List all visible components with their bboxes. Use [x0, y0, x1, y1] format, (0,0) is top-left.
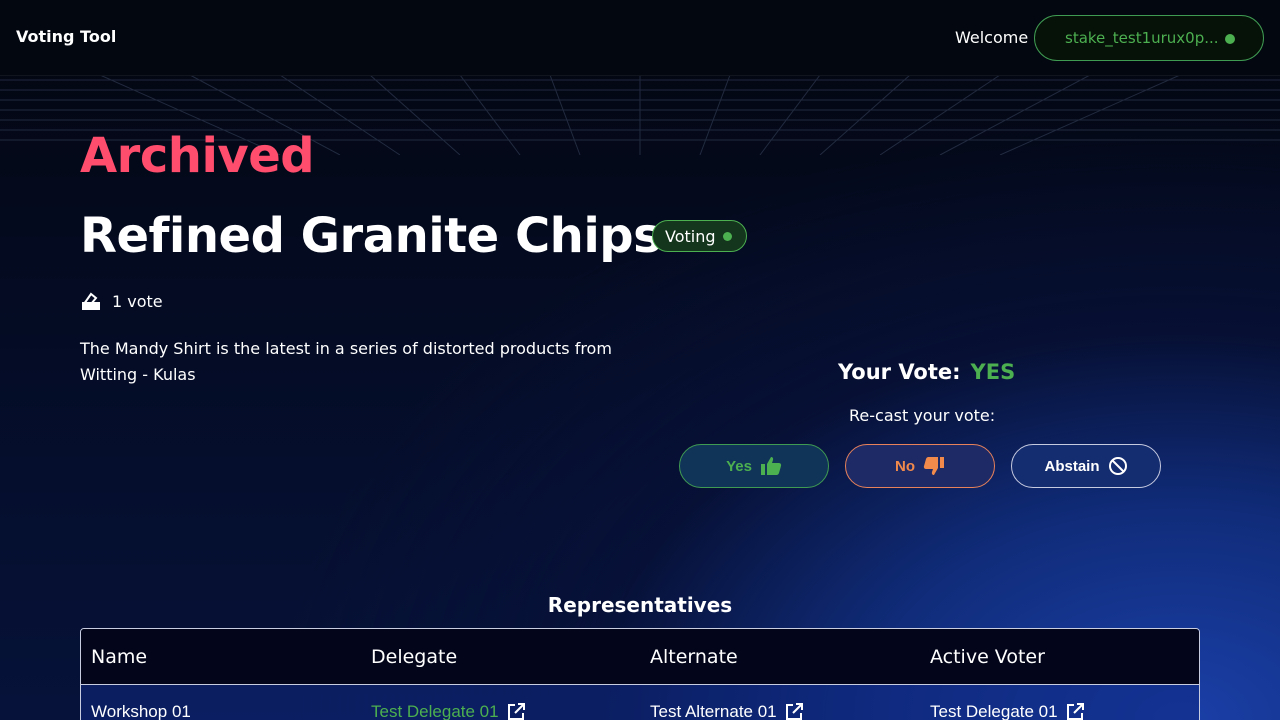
proposal-title: Refined Granite Chips — [80, 208, 662, 264]
column-header-delegate: Delegate — [371, 645, 458, 668]
vote-count: 1 vote — [80, 290, 163, 312]
vote-no-button[interactable]: No — [845, 444, 995, 488]
prohibited-icon — [1108, 457, 1127, 475]
vote-count-text: 1 vote — [112, 291, 163, 311]
cell-name: Workshop 01 — [91, 702, 191, 720]
your-vote-value: YES — [970, 360, 1016, 384]
status-badge: Voting — [652, 220, 747, 252]
your-vote: Your Vote: YES — [838, 360, 1015, 384]
status-dot-icon — [723, 232, 732, 241]
ballot-icon — [82, 292, 100, 310]
vote-abstain-label: Abstain — [1044, 457, 1100, 475]
status-badge-label: Voting — [665, 226, 716, 246]
vote-yes-button[interactable]: Yes — [679, 444, 829, 488]
vote-yes-label: Yes — [726, 457, 752, 475]
column-header-active-voter: Active Voter — [930, 645, 1045, 668]
cell-delegate[interactable]: Test Delegate 01 — [361, 698, 640, 720]
active-voter-link[interactable]: Test Delegate 01 — [930, 702, 1058, 720]
wallet-address: stake_test1urux0p... — [1065, 29, 1219, 47]
wallet-connected-dot-icon — [1225, 34, 1235, 44]
external-link-icon[interactable] — [785, 703, 803, 720]
representatives-title: Representatives — [547, 593, 733, 617]
welcome-text: Welcome — [955, 28, 1029, 47]
proposal-description: The Mandy Shirt is the latest in a serie… — [80, 339, 612, 384]
column-header-alternate: Alternate — [650, 645, 738, 668]
external-link-icon[interactable] — [507, 703, 525, 720]
wallet-button[interactable]: stake_test1urux0p... — [1034, 15, 1264, 61]
thumbs-up-icon — [760, 457, 782, 475]
external-link-icon[interactable] — [1066, 703, 1084, 720]
top-navbar: Voting Tool Welcome stake_test1urux0p... — [0, 0, 1280, 76]
cell-active-voter[interactable]: Test Delegate 01 — [920, 698, 1199, 720]
thumbs-down-icon — [923, 457, 944, 475]
table-row: Workshop 01 Test Delegate 01 Test Altern… — [81, 685, 1199, 720]
vote-abstain-button[interactable]: Abstain — [1011, 444, 1161, 488]
recast-label: Re-cast your vote: — [849, 406, 996, 425]
cell-alternate[interactable]: Test Alternate 01 — [640, 698, 920, 720]
app-title[interactable]: Voting Tool — [16, 27, 116, 46]
vote-no-label: No — [895, 457, 915, 475]
delegate-link[interactable]: Test Delegate 01 — [371, 702, 499, 720]
column-header-name: Name — [91, 645, 148, 668]
representatives-table: Name Delegate Alternate Active Voter Wor… — [80, 628, 1200, 720]
table-header: Name Delegate Alternate Active Voter — [81, 629, 1199, 685]
alternate-link[interactable]: Test Alternate 01 — [650, 702, 777, 720]
proposal-state: Archived — [80, 128, 315, 184]
your-vote-label: Your Vote: — [838, 360, 961, 384]
